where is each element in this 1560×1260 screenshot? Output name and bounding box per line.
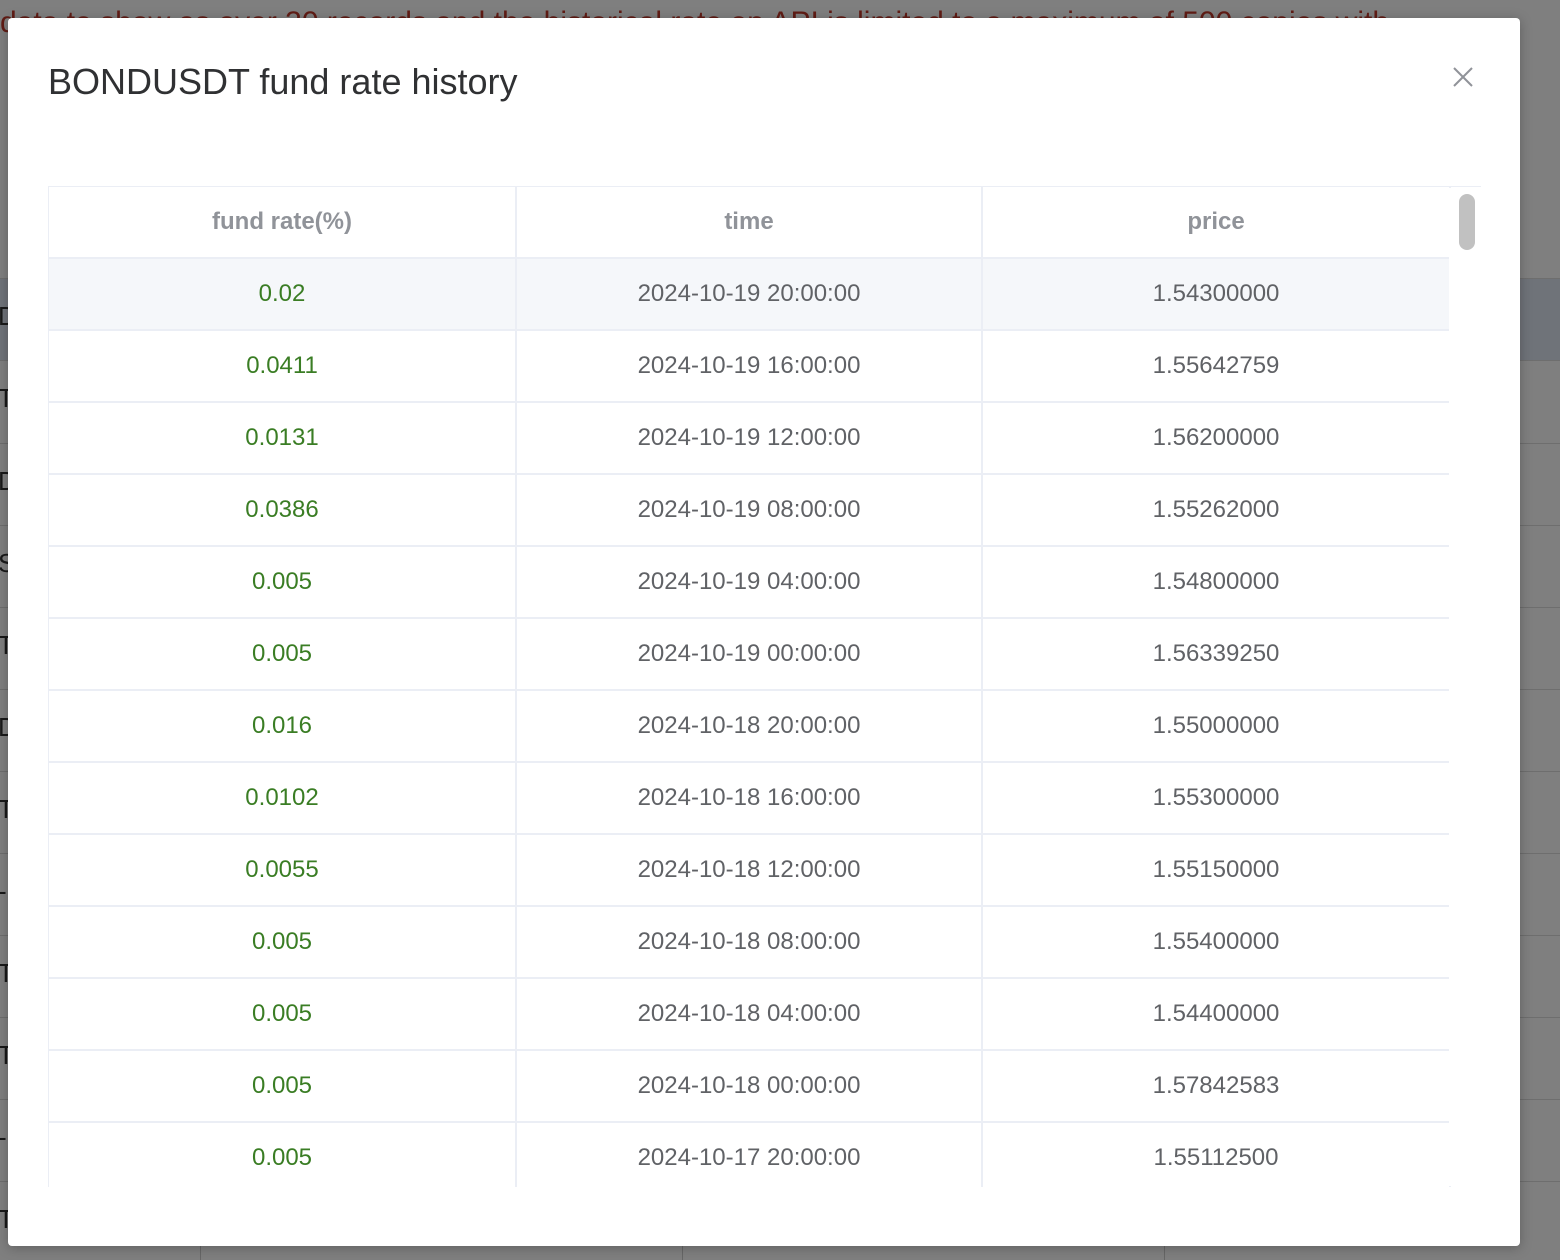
header-time: time [516, 187, 983, 259]
cell-price: 1.55112500 [982, 1122, 1451, 1187]
cell-fund-rate: 0.0411 [49, 330, 517, 403]
cell-fund-rate: 0.005 [49, 978, 517, 1051]
cell-time: 2024-10-18 04:00:00 [516, 978, 983, 1051]
table-row[interactable]: 0.0102 2024-10-18 16:00:00 1.55300000 [49, 762, 1451, 835]
cell-time: 2024-10-18 00:00:00 [516, 1050, 983, 1123]
table-row[interactable]: 0.005 2024-10-18 00:00:00 1.57842583 [49, 1050, 1451, 1123]
cell-price: 1.55262000 [982, 474, 1451, 547]
table-row[interactable]: 0.016 2024-10-18 20:00:00 1.55000000 [49, 690, 1451, 763]
fund-rate-table: fund rate(%) time price 0.02 2024-10-19 2… [48, 186, 1481, 1187]
cell-fund-rate: 0.005 [49, 546, 517, 619]
table-row[interactable]: 0.005 2024-10-17 20:00:00 1.55112500 [49, 1122, 1451, 1187]
cell-price: 1.55150000 [982, 834, 1451, 907]
cell-time: 2024-10-19 20:00:00 [516, 258, 983, 331]
scrollbar-track[interactable] [1449, 188, 1479, 1186]
cell-price: 1.54300000 [982, 258, 1451, 331]
table-header-row: fund rate(%) time price [49, 187, 1451, 259]
cell-time: 2024-10-19 16:00:00 [516, 330, 983, 403]
cell-fund-rate: 0.0386 [49, 474, 517, 547]
cell-fund-rate: 0.02 [49, 258, 517, 331]
table-row[interactable]: 0.02 2024-10-19 20:00:00 1.54300000 [49, 258, 1451, 331]
cell-fund-rate: 0.0055 [49, 834, 517, 907]
cell-fund-rate: 0.0131 [49, 402, 517, 475]
table-row[interactable]: 0.0411 2024-10-19 16:00:00 1.55642759 [49, 330, 1451, 403]
cell-time: 2024-10-19 08:00:00 [516, 474, 983, 547]
fund-rate-history-dialog: BONDUSDT fund rate history fund rate(%) … [8, 18, 1520, 1246]
cell-time: 2024-10-17 20:00:00 [516, 1122, 983, 1187]
table-row[interactable]: 0.005 2024-10-18 08:00:00 1.55400000 [49, 906, 1451, 979]
cell-time: 2024-10-18 12:00:00 [516, 834, 983, 907]
header-fund-rate: fund rate(%) [49, 187, 517, 259]
cell-price: 1.55400000 [982, 906, 1451, 979]
cell-time: 2024-10-18 20:00:00 [516, 690, 983, 763]
table-row[interactable]: 0.005 2024-10-18 04:00:00 1.54400000 [49, 978, 1451, 1051]
table-row[interactable]: 0.0055 2024-10-18 12:00:00 1.55150000 [49, 834, 1451, 907]
cell-price: 1.56339250 [982, 618, 1451, 691]
table-row[interactable]: 0.005 2024-10-19 00:00:00 1.56339250 [49, 618, 1451, 691]
cell-fund-rate: 0.005 [49, 618, 517, 691]
close-button[interactable] [1444, 58, 1482, 96]
cell-time: 2024-10-18 16:00:00 [516, 762, 983, 835]
cell-fund-rate: 0.016 [49, 690, 517, 763]
cell-fund-rate: 0.0102 [49, 762, 517, 835]
cell-time: 2024-10-19 12:00:00 [516, 402, 983, 475]
header-price: price [982, 187, 1451, 259]
cell-price: 1.55642759 [982, 330, 1451, 403]
cell-time: 2024-10-19 00:00:00 [516, 618, 983, 691]
cell-price: 1.55000000 [982, 690, 1451, 763]
cell-fund-rate: 0.005 [49, 1122, 517, 1187]
cell-price: 1.55300000 [982, 762, 1451, 835]
cell-fund-rate: 0.005 [49, 906, 517, 979]
table-row[interactable]: 0.0386 2024-10-19 08:00:00 1.55262000 [49, 474, 1451, 547]
cell-fund-rate: 0.005 [49, 1050, 517, 1123]
cell-time: 2024-10-19 04:00:00 [516, 546, 983, 619]
table-row[interactable]: 0.0131 2024-10-19 12:00:00 1.56200000 [49, 402, 1451, 475]
cell-price: 1.57842583 [982, 1050, 1451, 1123]
close-icon [1453, 67, 1473, 87]
dialog-title: BONDUSDT fund rate history [48, 61, 518, 102]
cell-time: 2024-10-18 08:00:00 [516, 906, 983, 979]
table-body: 0.02 2024-10-19 20:00:00 1.54300000 0.0411 2… [49, 258, 1451, 1187]
cell-price: 1.54400000 [982, 978, 1451, 1051]
cell-price: 1.54800000 [982, 546, 1451, 619]
cell-price: 1.56200000 [982, 402, 1451, 475]
table-row[interactable]: 0.005 2024-10-19 04:00:00 1.54800000 [49, 546, 1451, 619]
scrollbar-thumb[interactable] [1459, 194, 1475, 250]
